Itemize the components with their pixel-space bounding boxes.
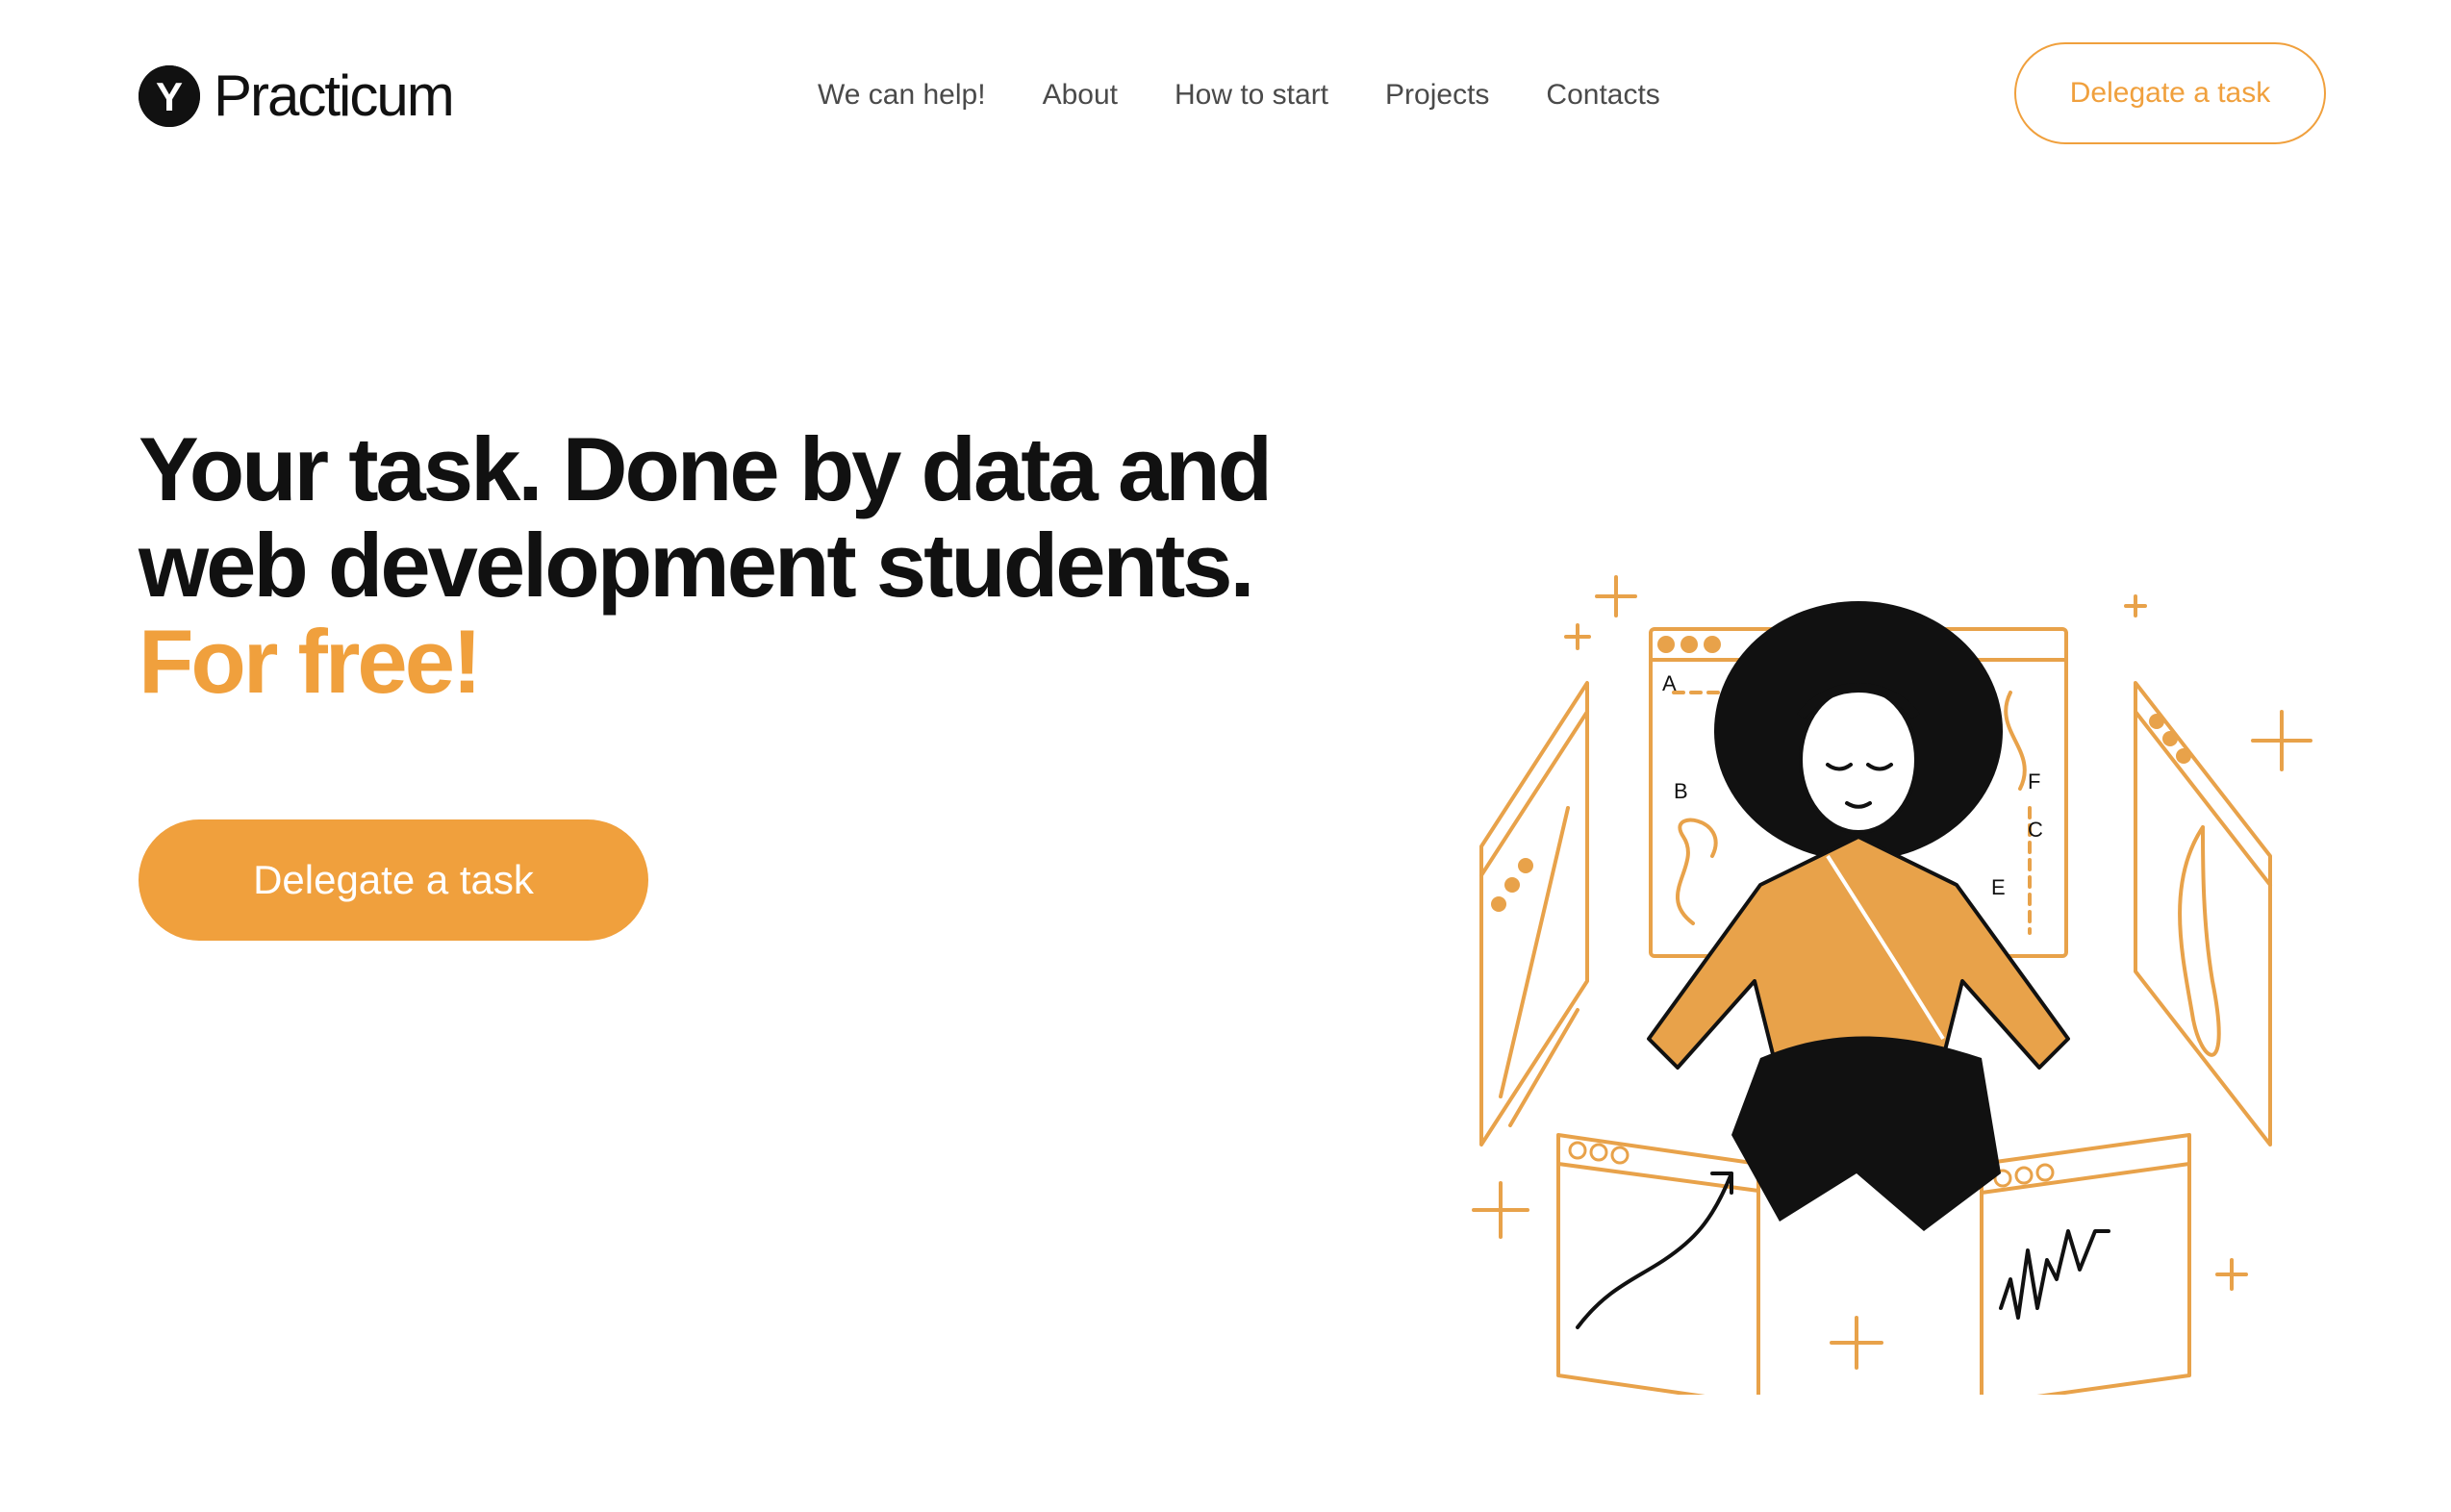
logo-wordmark: Practicum — [214, 63, 455, 128]
site-header: Y Practicum We can help! About How to st… — [0, 0, 2451, 192]
meditating-student-illustration-icon: A B F C E — [1472, 575, 2312, 1395]
hero-title-accent: For free! — [139, 611, 482, 712]
svg-text:A: A — [1662, 671, 1677, 695]
nav-we-can-help[interactable]: We can help! — [818, 79, 986, 112]
nav-how-to-start[interactable]: How to start — [1175, 79, 1328, 112]
nav-contacts[interactable]: Contacts — [1546, 79, 1659, 112]
landing-page: Y Practicum We can help! About How to st… — [0, 0, 2451, 1512]
practicum-logo[interactable]: Y Practicum — [139, 63, 455, 128]
yandex-y-logo-icon: Y — [139, 65, 200, 127]
hero-title-line-2: web development students. — [139, 515, 1255, 616]
nav-projects[interactable]: Projects — [1385, 79, 1489, 112]
svg-text:Y: Y — [156, 74, 183, 119]
nav-about[interactable]: About — [1043, 79, 1118, 112]
hero-title: Your task. Done by data and web developm… — [139, 421, 1389, 710]
header-delegate-task-button[interactable]: Delegate a task — [2014, 42, 2326, 144]
svg-text:E: E — [1991, 875, 2006, 899]
main-nav: We can help! About How to start Projects… — [818, 71, 1660, 119]
y-glyph-icon: Y — [139, 65, 200, 127]
svg-text:B: B — [1674, 779, 1688, 803]
svg-text:F: F — [2028, 769, 2040, 794]
hero-title-line-1: Your task. Done by data and — [139, 418, 1273, 519]
hero-delegate-task-button[interactable]: Delegate a task — [139, 819, 648, 941]
svg-text:C: C — [2028, 818, 2043, 842]
